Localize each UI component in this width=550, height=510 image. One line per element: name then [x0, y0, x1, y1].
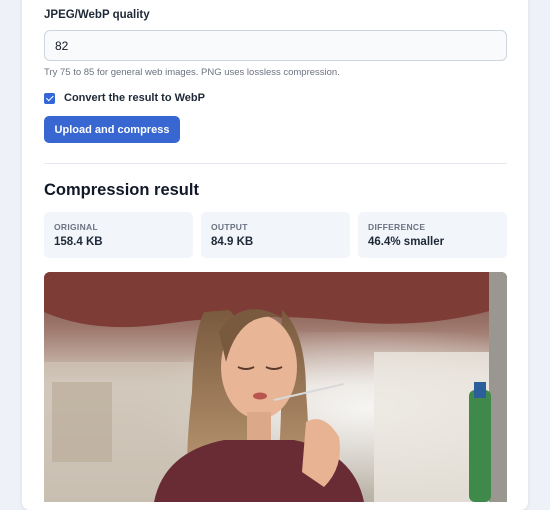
compressed-image-preview [44, 272, 507, 502]
upload-compress-button[interactable]: Upload and compress [44, 116, 180, 143]
convert-webp-label[interactable]: Convert the result to WebP [64, 92, 205, 104]
result-title: Compression result [44, 181, 199, 199]
stat-original: ORIGINAL 158.4 KB [44, 212, 193, 258]
photo-preview [44, 272, 507, 502]
stat-value: 158.4 KB [54, 236, 103, 248]
stat-label: OUTPUT [211, 222, 248, 232]
convert-webp-row[interactable]: Convert the result to WebP [44, 92, 205, 104]
section-divider [44, 163, 507, 164]
stat-output: OUTPUT 84.9 KB [201, 212, 350, 258]
convert-webp-checkbox[interactable] [44, 92, 55, 104]
stat-label: DIFFERENCE [368, 222, 426, 232]
stat-difference: DIFFERENCE 46.4% smaller [358, 212, 507, 258]
stat-value: 46.4% smaller [368, 236, 445, 248]
quality-input[interactable] [44, 30, 507, 61]
quality-hint: Try 75 to 85 for general web images. PNG… [44, 67, 340, 78]
stat-value: 84.9 KB [211, 236, 254, 248]
stat-label: ORIGINAL [54, 222, 98, 232]
quality-label: JPEG/WebP quality [44, 9, 150, 21]
